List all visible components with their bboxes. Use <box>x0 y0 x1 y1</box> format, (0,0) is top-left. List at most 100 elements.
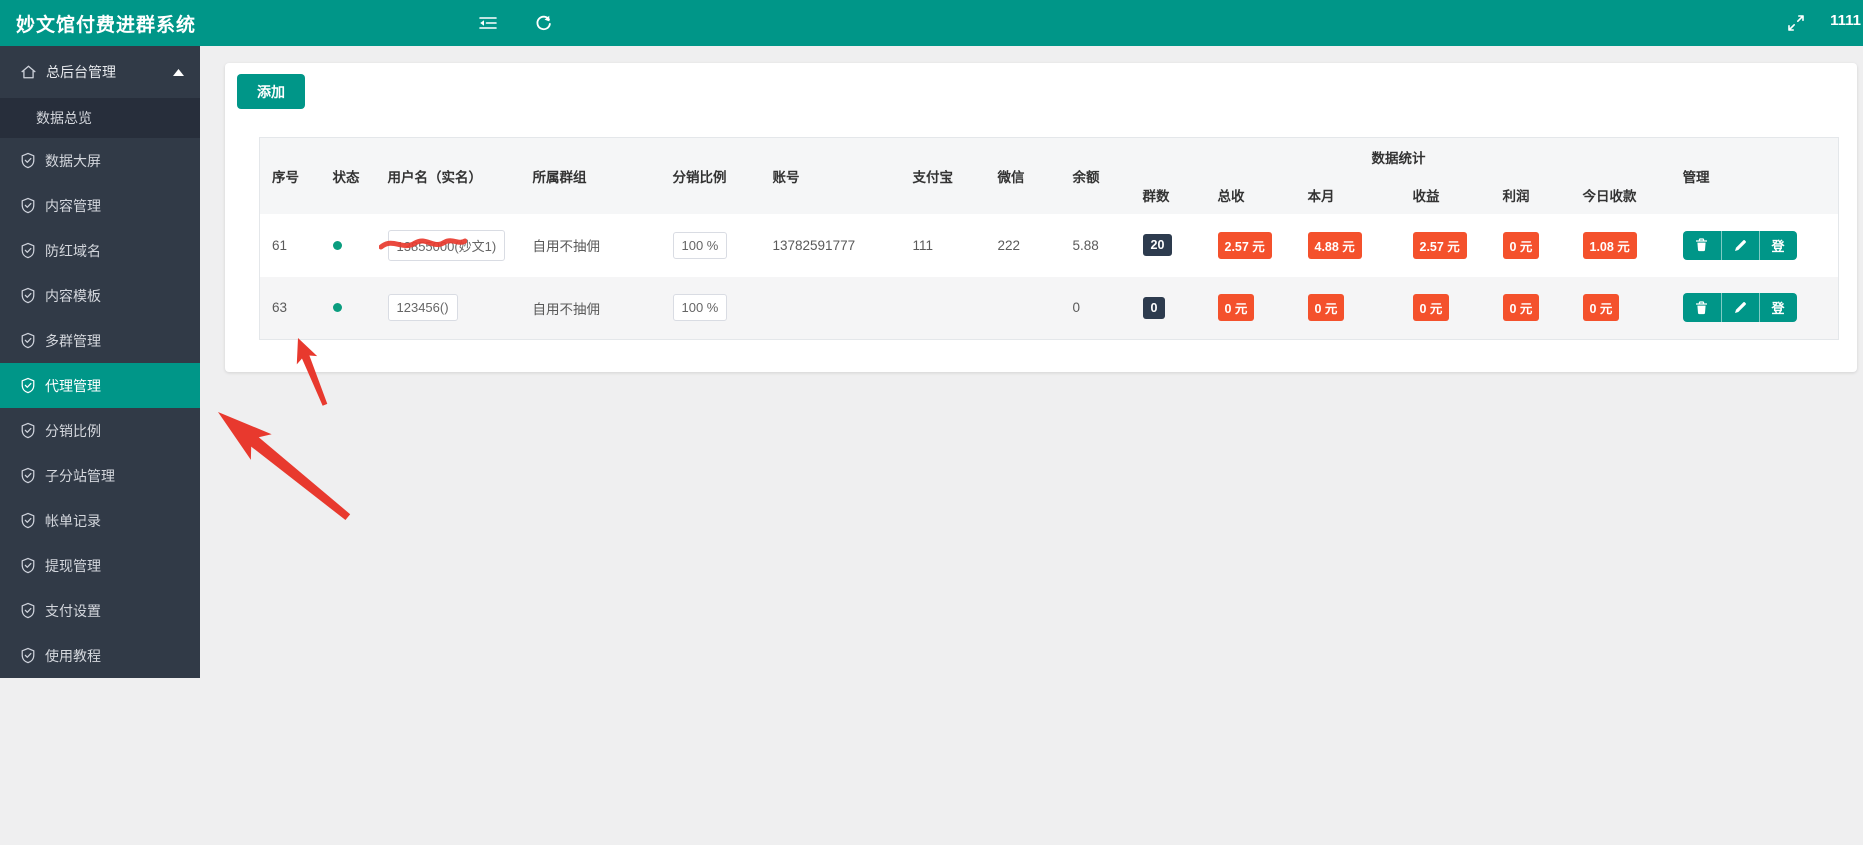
username-box[interactable]: 123456() <box>387 294 458 322</box>
trash-icon <box>1696 301 1708 314</box>
sidebar-group-label: 总后台管理 <box>46 64 116 80</box>
sidebar-item-label: 数据总览 <box>36 110 92 126</box>
sidebar-item-11[interactable]: 支付设置 <box>0 588 200 633</box>
agents-table: 序号 状态 用户名（实名） 所属群组 分销比例 账号 支付宝 微信 余额 数据统… <box>259 137 1840 340</box>
col-alipay: 支付宝 <box>900 137 986 214</box>
col-group-stats: 数据统计 <box>1130 137 1671 176</box>
col-profit: 利润 <box>1490 175 1571 214</box>
shield-check-icon <box>21 377 35 394</box>
sidebar-item-6[interactable]: 代理管理 <box>0 363 200 408</box>
sidebar-item-4[interactable]: 内容模板 <box>0 273 200 318</box>
col-groups-count: 群数 <box>1130 175 1206 214</box>
cell-group: 自用不抽佣 <box>520 276 661 340</box>
groups-count-badge: 20 <box>1142 234 1173 256</box>
profit-badge: 0 元 <box>1502 294 1540 322</box>
col-today-income: 今日收款 <box>1570 175 1671 214</box>
sidebar-item-12[interactable]: 使用教程 <box>0 633 200 678</box>
cell-alipay <box>900 276 986 340</box>
today-income-badge: 0 元 <box>1582 294 1620 322</box>
username-box[interactable]: 13855000(妙文1) <box>378 229 506 261</box>
sidebar-item-label: 多群管理 <box>45 332 101 349</box>
shield-check-icon <box>21 242 35 259</box>
sidebar-item-label: 内容管理 <box>45 197 101 214</box>
col-total-income: 总收 <box>1205 175 1296 214</box>
col-username: 用户名（实名） <box>375 137 521 214</box>
chevron-up-icon <box>173 68 184 76</box>
sidebar-item-7[interactable]: 分销比例 <box>0 408 200 453</box>
col-month-income: 本月 <box>1295 175 1401 214</box>
fold-sidebar-icon[interactable] <box>478 13 498 33</box>
manage-buttons: 登 <box>1682 230 1797 260</box>
edit-button[interactable] <box>1720 293 1759 323</box>
shield-check-icon <box>21 602 35 619</box>
sidebar-item-label: 帐单记录 <box>45 512 101 529</box>
login-as-button[interactable]: 登 <box>1758 230 1797 260</box>
col-group: 所属群组 <box>520 137 661 214</box>
sidebar-item-label: 数据大屏 <box>45 152 101 169</box>
fullscreen-icon[interactable] <box>1786 13 1806 33</box>
sidebar-item-8[interactable]: 子分站管理 <box>0 453 200 498</box>
sidebar-item-label: 防红域名 <box>45 242 101 259</box>
pencil-icon <box>1734 239 1746 251</box>
cell-account <box>760 276 901 340</box>
status-dot <box>332 240 342 250</box>
refresh-icon[interactable] <box>533 13 553 33</box>
cell-group: 自用不抽佣 <box>532 239 601 254</box>
shield-check-icon <box>21 332 35 349</box>
month-income-badge: 0 元 <box>1307 294 1345 322</box>
username-text: 13855000(妙文1) <box>396 238 497 254</box>
delete-button[interactable] <box>1682 293 1721 323</box>
cell-balance: 0 <box>1060 276 1131 340</box>
user-menu[interactable]: 1111 <box>1830 12 1861 29</box>
col-manage: 管理 <box>1670 137 1839 214</box>
sidebar-item-label: 支付设置 <box>45 602 101 619</box>
sidebar-item-1[interactable]: 数据大屏 <box>0 138 200 183</box>
total-income-badge: 0 元 <box>1217 294 1255 322</box>
content-card: 添加 序号 状态 用户名（实名） 所属群组 分销比例 账号 支付宝 微信 余额 … <box>225 63 1857 372</box>
sidebar-item-data-overview[interactable]: 数据总览 <box>0 98 200 138</box>
sidebar-item-label: 使用教程 <box>45 647 101 664</box>
ratio-box[interactable]: 100 % <box>672 231 728 259</box>
cell-balance: 5.88 <box>1072 237 1099 253</box>
sidebar-items: 数据大屏内容管理防红域名内容模板多群管理代理管理分销比例 子分站管理帐单记录提现管… <box>0 138 200 678</box>
sidebar-nav: 总后台管理 数据总览 数据大屏内容管理防红域名内容模板多群管理代理管理分销比例子… <box>0 46 200 678</box>
cell-account: 13782591777 <box>772 237 856 253</box>
sidebar-item-label: 内容模板 <box>45 287 101 304</box>
shield-check-icon <box>21 467 35 484</box>
delete-button[interactable] <box>1682 230 1721 260</box>
trash-icon <box>1696 238 1708 252</box>
table-row: 63 123456() 自用不抽佣 100 % 0 0 0 元 0 元 0 元 <box>259 276 1839 340</box>
table-row: 61 13855000(妙文1) 自用不抽佣 100 % 13782591777… <box>260 214 1839 277</box>
status-dot <box>332 303 342 313</box>
total-income-badge: 2.57 元 <box>1217 231 1272 259</box>
today-income-badge: 1.08 元 <box>1582 231 1637 259</box>
sidebar-item-label: 代理管理 <box>45 377 101 394</box>
main-content: 添加 序号 状态 用户名（实名） 所属群组 分销比例 账号 支付宝 微信 余额 … <box>200 46 1863 845</box>
cell-alipay: 111 <box>912 237 934 253</box>
col-wechat: 微信 <box>985 137 1061 214</box>
login-as-button[interactable]: 登 <box>1758 293 1797 323</box>
sidebar-item-10[interactable]: 提现管理 <box>0 543 200 588</box>
app-title: 妙文馆付费进群系统 <box>16 14 197 36</box>
sidebar-item-9[interactable]: 帐单记录 <box>0 498 200 543</box>
pencil-icon <box>1734 302 1746 314</box>
col-balance: 余额 <box>1060 137 1131 214</box>
add-button[interactable]: 添加 <box>237 74 305 109</box>
sidebar-group-admin[interactable]: 总后台管理 <box>0 46 200 98</box>
sidebar-item-2[interactable]: 内容管理 <box>0 183 200 228</box>
sidebar-item-3[interactable]: 防红域名 <box>0 228 200 273</box>
edit-button[interactable] <box>1720 230 1759 260</box>
shield-check-icon <box>21 557 35 574</box>
shield-check-icon <box>21 152 35 169</box>
shield-check-icon <box>21 422 35 439</box>
sidebar-item-label: 提现管理 <box>45 557 101 574</box>
sidebar-item-5[interactable]: 多群管理 <box>0 318 200 363</box>
groups-count-badge: 0 <box>1142 296 1166 319</box>
col-account: 账号 <box>760 137 901 214</box>
col-profit-share: 收益 <box>1400 175 1491 214</box>
col-ratio: 分销比例 <box>660 137 761 214</box>
profit-badge: 0 元 <box>1502 231 1540 259</box>
top-header-bar: 妙文馆付费进群系统 1111 <box>0 0 1863 46</box>
col-seq: 序号 <box>259 137 321 214</box>
ratio-box[interactable]: 100 % <box>672 294 728 322</box>
